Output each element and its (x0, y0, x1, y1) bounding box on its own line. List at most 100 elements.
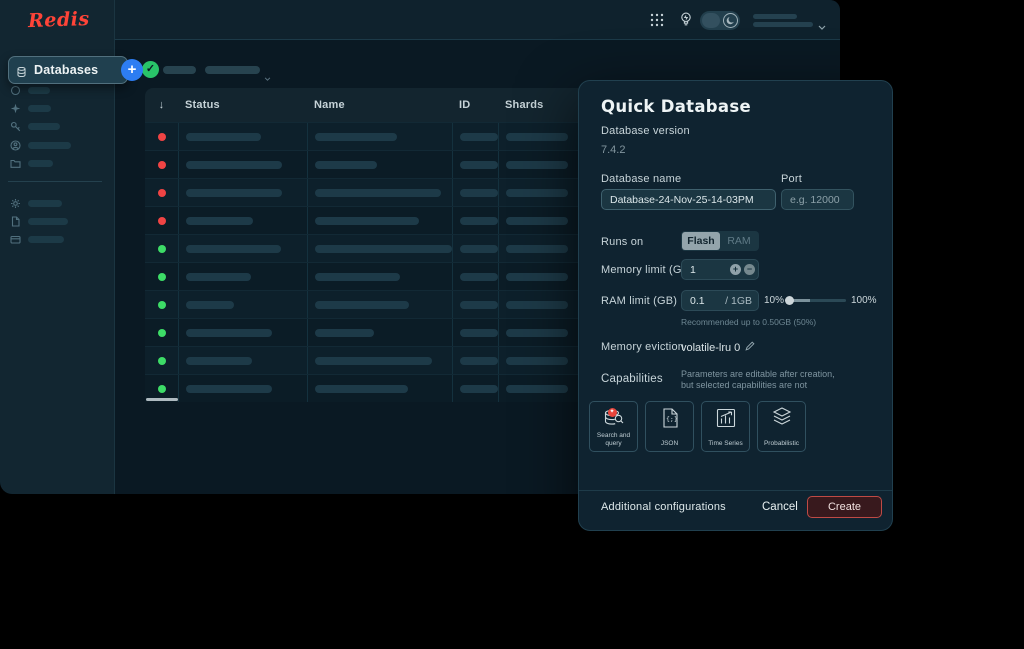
time-series-icon (715, 407, 737, 429)
shards-cell (498, 319, 578, 346)
ram-limit-value[interactable]: 0.1 (682, 295, 725, 307)
status-cell (178, 235, 307, 262)
status-dot (158, 329, 166, 337)
sidebar-item[interactable] (10, 121, 60, 133)
status-dot-cell (145, 235, 178, 262)
database-version-label: Database version (601, 125, 690, 137)
status-dot (158, 189, 166, 197)
slider-min-label: 10% (764, 295, 784, 306)
lightbulb-icon[interactable] (678, 11, 694, 28)
decrement-button[interactable]: − (744, 264, 755, 275)
increment-button[interactable]: + (730, 264, 741, 275)
sort-column-header[interactable]: ↓ (145, 99, 178, 111)
runs-on-option-flash[interactable]: Flash (682, 232, 720, 250)
sidebar-item[interactable] (10, 233, 64, 245)
name-skeleton (315, 357, 432, 365)
toolbar-chevron-down-icon[interactable] (264, 68, 271, 86)
sidebar-item-databases[interactable]: Databases (8, 56, 128, 84)
capability-card-probabilistic[interactable]: Probabilistic (757, 401, 806, 452)
status-dot (158, 273, 166, 281)
status-skeleton (186, 385, 272, 393)
sidebar-item[interactable] (10, 158, 53, 170)
status-dot-cell (145, 291, 178, 318)
shards-skeleton (506, 357, 568, 365)
shards-skeleton (506, 133, 568, 141)
status-check-icon: ✓ (142, 61, 159, 78)
status-cell (178, 347, 307, 374)
add-database-button[interactable]: + (121, 59, 143, 81)
create-button[interactable]: Create (807, 496, 882, 518)
ram-limit-slider-knob[interactable] (785, 296, 794, 305)
status-cell (178, 375, 307, 402)
capability-card-time-series[interactable]: Time Series (701, 401, 750, 452)
status-cell (178, 291, 307, 318)
sparkle-icon (10, 103, 21, 114)
sidebar-item[interactable] (10, 215, 68, 227)
sidebar-item[interactable] (10, 139, 71, 151)
memory-limit-value[interactable]: 1 (682, 264, 730, 276)
sidebar-item-skeleton (28, 87, 50, 94)
theme-toggle[interactable] (700, 11, 740, 30)
sidebar-item[interactable] (10, 84, 50, 96)
column-header-status[interactable]: Status (178, 99, 307, 111)
column-header-shards[interactable]: Shards (498, 99, 578, 111)
capability-card-label: Probabilistic (764, 440, 799, 448)
port-input[interactable] (781, 189, 854, 210)
sidebar-item-skeleton (28, 160, 53, 167)
column-header-id[interactable]: ID (452, 99, 498, 111)
column-header-name[interactable]: Name (307, 99, 452, 111)
status-skeleton (186, 189, 282, 197)
additional-configurations-link[interactable]: Additional configurations (601, 501, 726, 513)
id-cell (452, 179, 498, 206)
name-cell (307, 319, 452, 346)
shards-skeleton (506, 301, 568, 309)
horizontal-scrollbar-thumb[interactable] (146, 398, 178, 401)
port-label: Port (781, 173, 802, 185)
cancel-button[interactable]: Cancel (762, 501, 798, 513)
user-menu-chevron-down-icon[interactable] (818, 17, 826, 35)
ram-limit-slider[interactable] (788, 299, 846, 302)
id-skeleton (460, 161, 498, 169)
status-dot (158, 217, 166, 225)
gear-icon (10, 198, 21, 209)
folder-icon (10, 158, 21, 169)
name-skeleton (315, 217, 419, 225)
id-cell (452, 235, 498, 262)
capability-card-label: Search and query (592, 432, 635, 447)
memory-eviction-value: volatile-lru 0 (681, 342, 740, 354)
id-cell (452, 319, 498, 346)
status-dot (158, 385, 166, 393)
status-skeleton (186, 133, 261, 141)
capability-card-json[interactable]: {;} JSON (645, 401, 694, 452)
name-cell (307, 375, 452, 402)
runs-on-option-ram[interactable]: RAM (720, 232, 758, 250)
runs-on-segmented-control: Flash RAM (681, 231, 759, 251)
moon-icon (723, 13, 738, 28)
shards-cell (498, 235, 578, 262)
id-cell (452, 151, 498, 178)
shards-cell (498, 375, 578, 402)
sidebar-item-skeleton (28, 142, 71, 149)
name-skeleton (315, 133, 397, 141)
name-skeleton (315, 385, 408, 393)
user-name-skeleton (753, 14, 797, 19)
capability-card-search-and-query[interactable]: ✦ Search and query (589, 401, 638, 452)
name-skeleton (315, 273, 400, 281)
apps-grid-icon[interactable] (650, 13, 664, 27)
database-version-value: 7.4.2 (601, 144, 625, 156)
status-cell (178, 207, 307, 234)
status-cell (178, 263, 307, 290)
ram-limit-label: RAM limit (GB) (601, 295, 677, 307)
sidebar-item[interactable] (10, 102, 51, 114)
database-name-input[interactable] (601, 189, 776, 210)
name-cell (307, 123, 452, 150)
id-skeleton (460, 273, 498, 281)
shards-skeleton (506, 329, 568, 337)
toolbar-skeleton (163, 66, 196, 74)
sort-down-arrow-icon: ↓ (159, 99, 165, 111)
edit-pencil-icon[interactable] (745, 341, 755, 354)
shards-skeleton (506, 385, 568, 393)
runs-on-label: Runs on (601, 236, 643, 248)
sidebar-item[interactable] (10, 197, 62, 209)
id-skeleton (460, 329, 498, 337)
